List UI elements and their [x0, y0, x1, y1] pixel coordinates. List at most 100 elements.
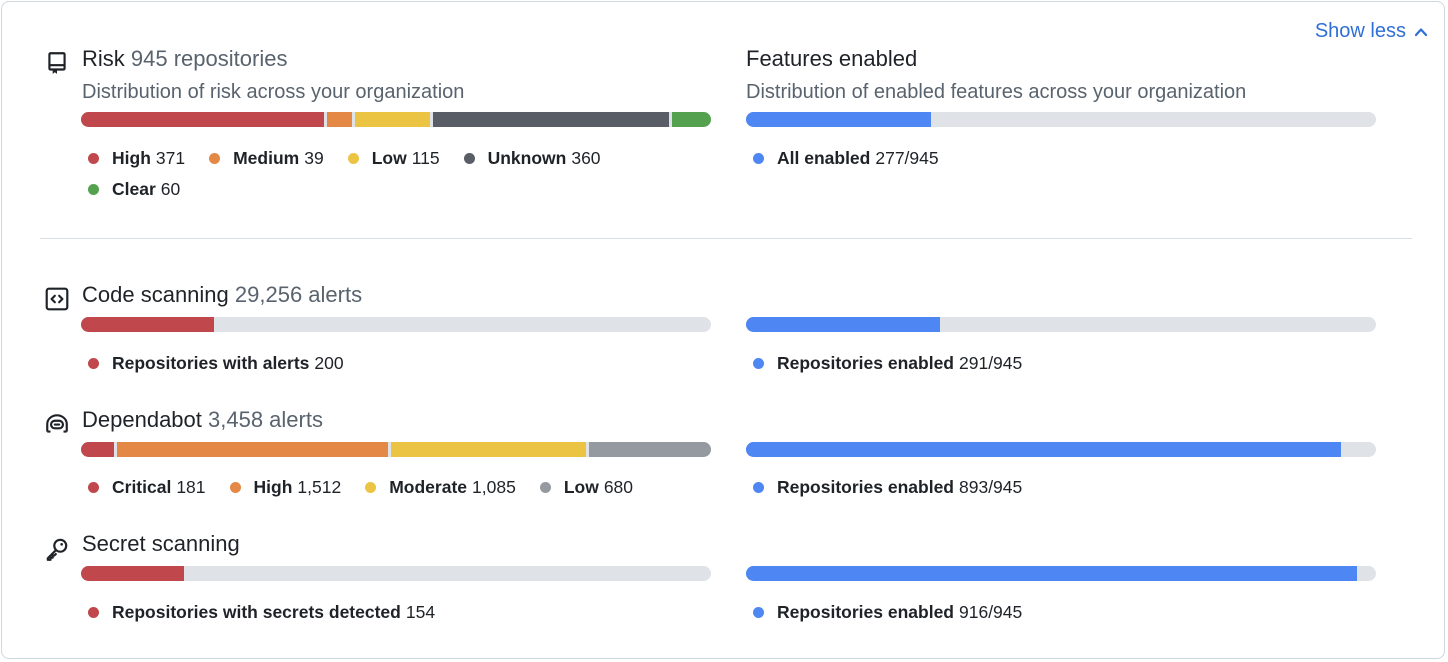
dependabot-title: Dependabot 3,458 alerts	[82, 407, 323, 433]
legend-dot	[88, 184, 99, 195]
legend-dot	[753, 482, 764, 493]
legend-item-repos-with-secrets: Repositories with secrets detected 154	[88, 602, 435, 623]
legend-dot	[88, 607, 99, 618]
legend-dot	[209, 153, 221, 164]
legend-item-high: High 371	[88, 148, 185, 169]
legend-label: Repositories enabled	[777, 353, 954, 373]
bar-fill	[746, 112, 931, 127]
legend-label: Medium	[233, 148, 300, 168]
legend-item-repos-with-alerts: Repositories with alerts 200	[88, 353, 344, 374]
legend-dot	[753, 358, 764, 369]
risk-count: 945 repositories	[130, 46, 288, 71]
legend-value: 371	[155, 148, 186, 168]
legend-label: High	[253, 477, 293, 497]
legend-dot	[229, 482, 241, 493]
secret-scanning-title: Secret scanning	[82, 531, 240, 557]
legend-label: Repositories enabled	[777, 477, 954, 497]
secret-scanning-title-label: Secret scanning	[82, 531, 240, 556]
legend-label: High	[112, 148, 151, 168]
legend-label: Repositories enabled	[777, 602, 954, 622]
dependabot-count: 3,458 alerts	[208, 407, 323, 432]
legend-dot	[365, 482, 377, 493]
bar-segment-high[interactable]	[81, 112, 324, 127]
legend-dot	[539, 482, 551, 493]
legend-item-repos-enabled: Repositories enabled 916/945	[753, 602, 1022, 623]
security-overview-card: Show less Risk 945 repositories Distribu…	[1, 1, 1445, 659]
legend-dot	[88, 153, 99, 164]
bar-segment-moderate[interactable]	[391, 442, 586, 457]
legend-dot	[347, 153, 359, 164]
legend-item-medium: Medium 39	[209, 148, 324, 169]
repo-icon	[48, 52, 66, 74]
dependabot-enabled-bar	[746, 442, 1376, 457]
bar-segment-low[interactable]	[588, 442, 711, 457]
section-divider	[40, 238, 1412, 239]
legend-item-low: Low 680	[539, 477, 634, 498]
legend-value: 115	[411, 148, 440, 168]
code-scanning-enabled-legend: Repositories enabled 291/945	[753, 353, 1373, 374]
risk-distribution-bar	[81, 112, 711, 127]
code-scanning-title-label: Code scanning	[82, 282, 229, 307]
features-title: Features enabled	[746, 46, 918, 71]
legend-label: Low	[371, 148, 407, 168]
secret-scanning-alerts-legend: Repositories with secrets detected 154	[88, 602, 708, 623]
legend-item-repos-enabled: Repositories enabled 291/945	[753, 353, 1022, 374]
features-enabled-bar	[746, 112, 1376, 127]
bar-segment-clear[interactable]	[671, 112, 711, 127]
show-less-button[interactable]: Show less	[1315, 20, 1428, 43]
code-scanning-alerts-bar	[81, 317, 711, 332]
bar-fill	[746, 566, 1357, 581]
legend-dot	[753, 153, 764, 164]
legend-item-repos-enabled: Repositories enabled 893/945	[753, 477, 1022, 498]
dependabot-severity-bar	[81, 442, 711, 457]
bar-fill	[81, 317, 215, 332]
legend-item-high: High 1,512	[229, 477, 342, 498]
bar-segment-medium[interactable]	[326, 112, 353, 127]
code-scanning-alerts-legend: Repositories with alerts 200	[88, 353, 708, 374]
legend-label: Critical	[112, 477, 172, 497]
legend-value: 916/945	[959, 602, 1023, 622]
legend-label: Clear	[112, 179, 156, 199]
dependabot-legend: Critical 181 High 1,512 Moderate 1,085 Low 680	[88, 477, 708, 498]
chevron-up-icon	[1414, 27, 1428, 36]
bar-segment-high[interactable]	[116, 442, 389, 457]
legend-item-unknown: Unknown 360	[463, 148, 601, 169]
dependabot-icon	[46, 414, 68, 433]
secret-scanning-alerts-bar	[81, 566, 711, 581]
legend-value: 277/945	[875, 148, 939, 168]
code-scanning-title: Code scanning 29,256 alerts	[82, 282, 362, 308]
bar-segment-critical[interactable]	[81, 442, 114, 457]
legend-label: Unknown	[487, 148, 567, 168]
legend-value: 60	[160, 179, 181, 199]
bar-segment-unknown[interactable]	[433, 112, 669, 127]
legend-label: Repositories with alerts	[112, 353, 310, 373]
bar-segment-low[interactable]	[355, 112, 431, 127]
legend-dot	[753, 607, 764, 618]
secret-scanning-enabled-legend: Repositories enabled 916/945	[753, 602, 1373, 623]
legend-dot	[88, 482, 99, 493]
show-less-label: Show less	[1314, 20, 1406, 42]
legend-value: 1,512	[297, 477, 342, 497]
legend-label: Low	[563, 477, 599, 497]
bar-fill	[81, 566, 184, 581]
legend-item-low: Low 115	[347, 148, 440, 169]
dependabot-enabled-legend: Repositories enabled 893/945	[753, 477, 1373, 498]
secret-scanning-enabled-bar	[746, 566, 1376, 581]
legend-item-all-enabled: All enabled 277/945	[753, 148, 939, 169]
code-scanning-enabled-bar	[746, 317, 1376, 332]
risk-title: Risk 945 repositories	[82, 46, 287, 72]
legend-value: 39	[304, 148, 324, 168]
features-subtitle: Distribution of enabled features across …	[746, 81, 1247, 103]
legend-value: 680	[603, 477, 634, 497]
legend-value: 181	[176, 477, 206, 497]
bar-fill	[746, 442, 1342, 457]
risk-legend: High 371 Medium 39 Low 115 Unknown 360 Clear 60	[88, 148, 708, 200]
risk-title-label: Risk	[82, 46, 125, 71]
bar-fill	[746, 317, 940, 332]
features-legend: All enabled 277/945	[753, 148, 1373, 169]
risk-subtitle: Distribution of risk across your organiz…	[82, 81, 465, 103]
legend-label: Repositories with secrets detected	[112, 602, 401, 622]
dependabot-title-label: Dependabot	[82, 407, 202, 432]
legend-value: 154	[405, 602, 436, 622]
legend-item-moderate: Moderate 1,085	[365, 477, 516, 498]
